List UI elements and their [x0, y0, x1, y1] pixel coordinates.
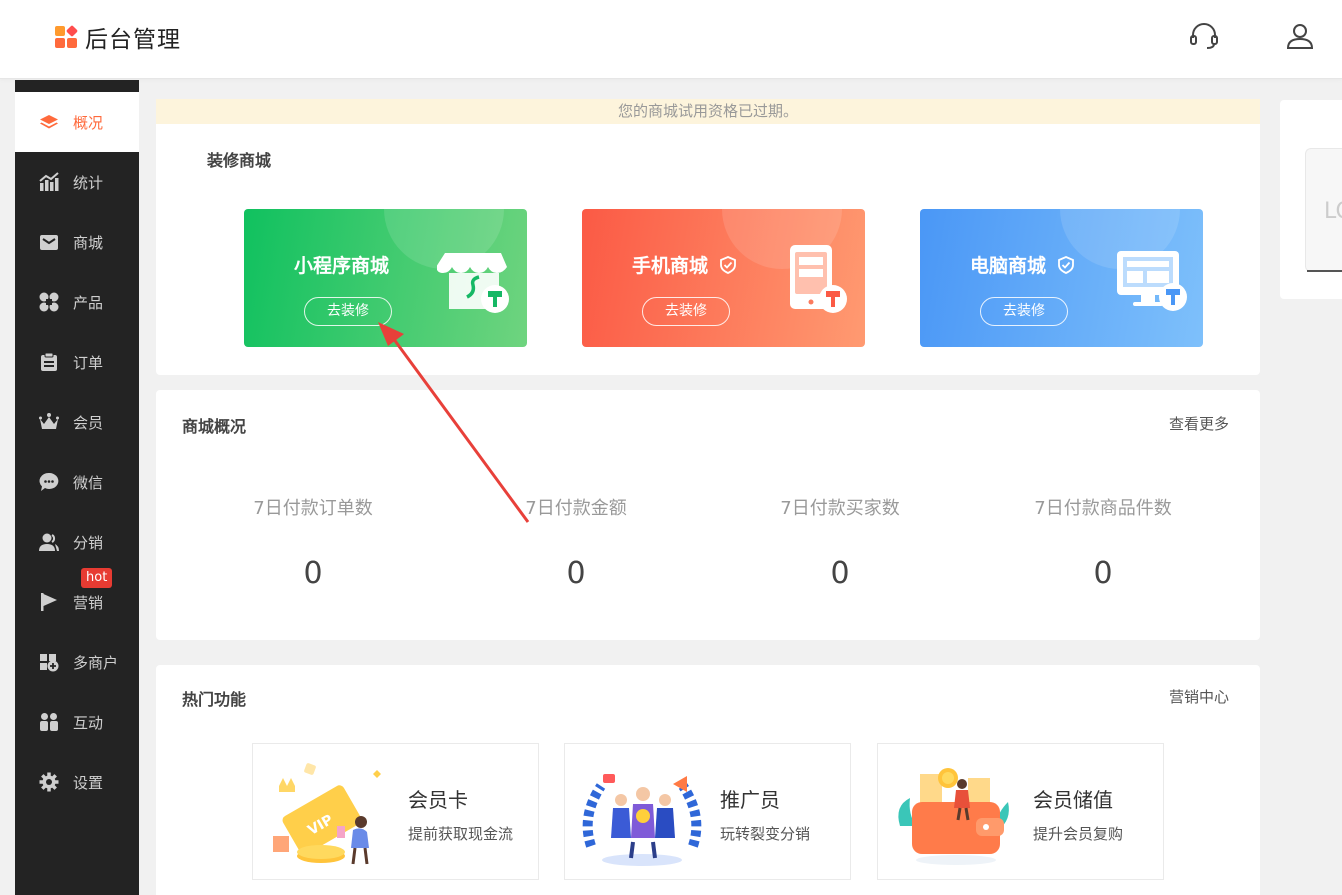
shop-plus-icon: [39, 652, 59, 672]
feature-title: 会员储值: [1033, 788, 1113, 812]
card-title-text: 电脑商城: [970, 255, 1047, 277]
shop-icon: [437, 239, 517, 319]
sidebar-item-label: 商城: [73, 233, 104, 252]
sidebar-item-stats[interactable]: 统计: [15, 152, 139, 212]
logo[interactable]: 后台管理: [55, 20, 181, 54]
right-panel-text: LO: [1324, 199, 1342, 224]
user-icon[interactable]: [1284, 20, 1316, 52]
sidebar-item-products[interactable]: 产品: [15, 272, 139, 332]
stat-label: 7日付款商品件数: [1034, 498, 1172, 519]
mail-icon: [39, 232, 59, 252]
card-title-text: 手机商城: [632, 255, 709, 277]
wallet-icon: [890, 756, 1020, 871]
card-title: 小程序商城: [294, 251, 389, 278]
stat-orders: 7日付款订单数 0: [203, 494, 423, 591]
feature-promoter[interactable]: 推广员 玩转裂变分销: [564, 743, 851, 880]
mobile-card[interactable]: 手机商城 去装修: [582, 209, 865, 347]
grid-icon: [39, 292, 59, 312]
monitor-icon: [1113, 239, 1193, 319]
stat-label: 7日付款买家数: [780, 498, 900, 519]
sidebar: 概况 统计 商城 产品 订单 会员 微信 分销 营销 多商户 互动 设置: [15, 80, 139, 895]
sidebar-item-label: 分销: [73, 533, 104, 552]
chat-icon: [39, 472, 59, 492]
shield-check-icon: [720, 255, 736, 274]
stat-items: 7日付款商品件数 0: [993, 494, 1213, 591]
sidebar-item-label: 统计: [73, 173, 104, 192]
right-panel-card: LO: [1305, 148, 1342, 272]
phone-icon: [775, 239, 855, 319]
headset-icon[interactable]: [1188, 20, 1220, 52]
hot-features-title: 热门功能: [182, 690, 247, 709]
sidebar-item-marketing[interactable]: 营销: [15, 572, 139, 632]
card-title-text: 小程序商城: [294, 255, 390, 277]
feature-member-card[interactable]: VIP 会员卡 提前获取现金流: [252, 743, 539, 880]
sidebar-item-settings[interactable]: 设置: [15, 752, 139, 812]
stat-label: 7日付款金额: [525, 498, 627, 519]
logo-icon: [55, 24, 79, 49]
top-header: 后台管理: [0, 0, 1342, 79]
chart-icon: [39, 172, 59, 192]
sidebar-item-label: 微信: [73, 473, 104, 492]
sidebar-item-interaction[interactable]: 互动: [15, 692, 139, 752]
overview-title: 商城概况: [182, 417, 247, 436]
view-more-link[interactable]: 查看更多: [1169, 413, 1229, 434]
stat-value: 0: [1093, 556, 1113, 591]
card-title: 手机商城: [632, 251, 736, 278]
decorate-button[interactable]: 去装修: [304, 297, 392, 326]
flag-icon: [39, 592, 59, 612]
feature-subtitle: 提前获取现金流: [408, 825, 514, 843]
promoter-group-icon: [577, 756, 707, 871]
sidebar-item-overview[interactable]: 概况: [15, 92, 139, 152]
stat-value: 0: [566, 556, 586, 591]
shield-check-icon: [1058, 255, 1074, 274]
hot-badge: hot: [81, 568, 113, 588]
feature-subtitle: 玩转裂变分销: [720, 825, 811, 843]
sidebar-item-label: 多商户: [73, 653, 119, 672]
sidebar-item-distribution[interactable]: 分销: [15, 512, 139, 572]
app-title: 后台管理: [85, 27, 181, 53]
gear-icon: [39, 772, 59, 792]
decorate-button[interactable]: 去装修: [642, 297, 730, 326]
stat-label: 7日付款订单数: [253, 498, 373, 519]
card-title: 电脑商城: [970, 251, 1074, 278]
layers-icon: [39, 112, 59, 132]
pc-card[interactable]: 电脑商城 去装修: [920, 209, 1203, 347]
trial-expired-notice: 您的商城试用资格已过期。: [156, 99, 1260, 124]
sidebar-item-wechat[interactable]: 微信: [15, 452, 139, 512]
stat-value: 0: [303, 556, 323, 591]
sidebar-item-label: 会员: [73, 413, 104, 432]
sidebar-item-label: 设置: [73, 773, 104, 792]
sidebar-item-label: 互动: [73, 713, 104, 732]
sidebar-item-mall[interactable]: 商城: [15, 212, 139, 272]
sidebar-item-multi-merchant[interactable]: 多商户: [15, 632, 139, 692]
users-icon: [39, 532, 59, 552]
sidebar-item-members[interactable]: 会员: [15, 392, 139, 452]
feature-stored-value[interactable]: 会员储值 提升会员复购: [877, 743, 1164, 880]
sidebar-item-orders[interactable]: 订单: [15, 332, 139, 392]
vip-card-icon: VIP: [265, 756, 395, 871]
sidebar-item-label: 产品: [73, 293, 104, 312]
clipboard-icon: [39, 352, 59, 372]
crown-icon: [39, 412, 59, 432]
stat-buyers: 7日付款买家数 0: [730, 494, 950, 591]
sidebar-item-label: 营销: [73, 593, 104, 612]
feature-subtitle: 提升会员复购: [1033, 825, 1124, 843]
feature-title: 会员卡: [408, 788, 468, 812]
stat-amount: 7日付款金额 0: [466, 494, 686, 591]
marketing-center-link[interactable]: 营销中心: [1169, 686, 1229, 707]
sidebar-item-label: 订单: [73, 353, 104, 372]
decorate-title: 装修商城: [207, 151, 272, 170]
miniprogram-card[interactable]: 小程序商城 去装修: [244, 209, 527, 347]
right-panel-divider: [1307, 270, 1342, 272]
stat-value: 0: [830, 556, 850, 591]
people-icon: [39, 712, 59, 732]
feature-title: 推广员: [720, 788, 780, 812]
sidebar-item-label: 概况: [73, 113, 104, 132]
decorate-button[interactable]: 去装修: [980, 297, 1068, 326]
